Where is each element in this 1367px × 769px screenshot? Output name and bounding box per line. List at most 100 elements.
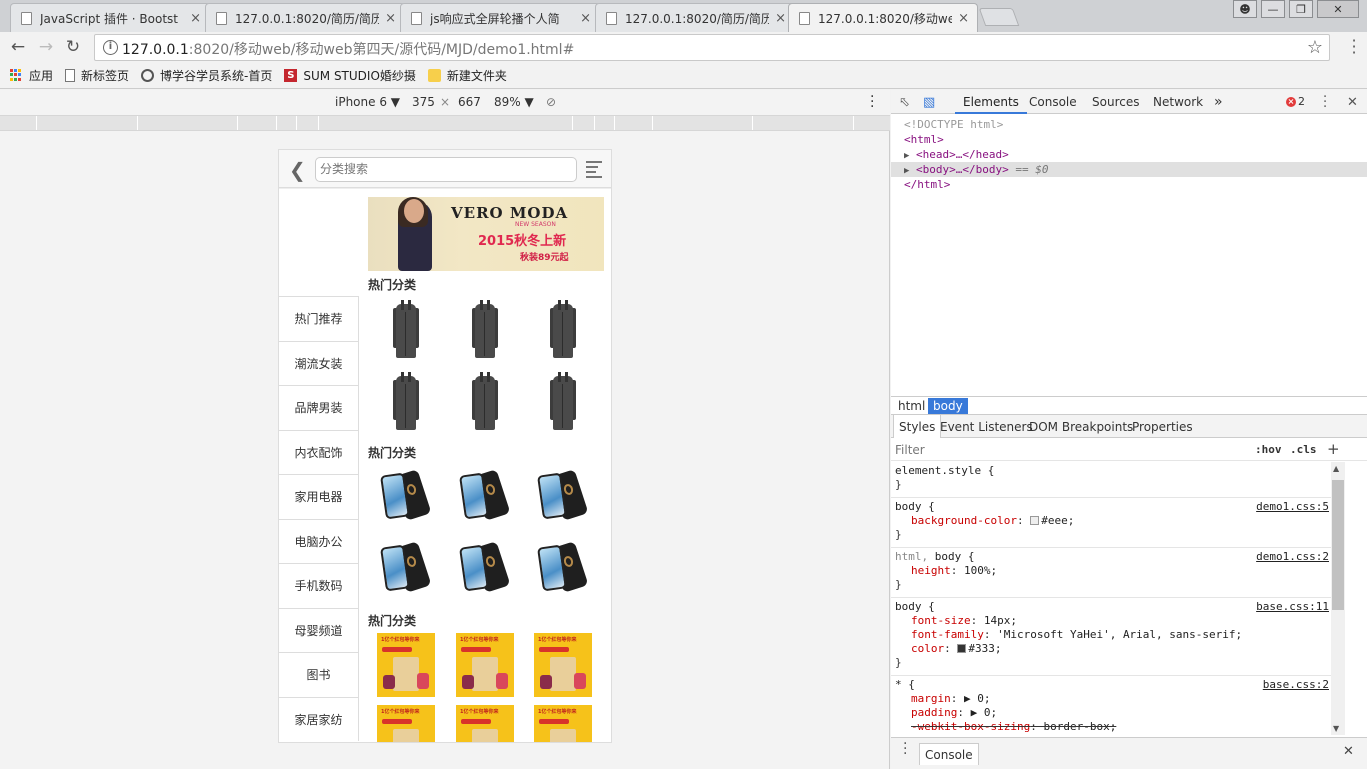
styles-scrollbar[interactable]: ▲ ▼	[1331, 462, 1345, 735]
rule-source-link[interactable]: base.css:2	[1263, 678, 1329, 691]
tab-sources[interactable]: Sources	[1092, 90, 1139, 114]
category-item[interactable]: 家居家纺	[279, 696, 359, 741]
category-search-input[interactable]: 分类搜索	[315, 157, 577, 182]
expand-triangle-icon[interactable]: ▶	[904, 151, 909, 161]
drawer-console-tab[interactable]: Console	[919, 743, 979, 765]
address-bar[interactable]: i 127.0.0.1:8020/移动web/移动web第四天/源代码/MJD/…	[94, 34, 1330, 61]
url-text[interactable]: 127.0.0.1:8020/移动web/移动web第四天/源代码/MJD/de…	[122, 39, 574, 59]
category-item[interactable]: 母婴频道	[279, 607, 359, 652]
bookmark-new-tab[interactable]: 新标签页	[65, 67, 129, 84]
product-item[interactable]: 1亿个红包等你来	[376, 705, 436, 742]
product-item[interactable]: 1亿个红包等你来	[455, 705, 515, 742]
rule-selector[interactable]: body {	[895, 500, 935, 513]
product-item[interactable]	[533, 465, 593, 529]
minimize-icon[interactable]: —	[1261, 0, 1285, 18]
color-swatch[interactable]	[1030, 516, 1040, 525]
product-item[interactable]	[455, 297, 515, 361]
close-icon[interactable]: ×	[385, 11, 396, 26]
new-tab-button[interactable]	[978, 8, 1020, 26]
product-item[interactable]	[533, 537, 593, 601]
drawer-menu-icon[interactable]: · · ·	[903, 737, 907, 761]
browser-tab[interactable]: 127.0.0.1:8020/简历/简历 ×	[205, 3, 405, 32]
product-item[interactable]	[376, 369, 436, 433]
product-item[interactable]	[376, 465, 436, 529]
product-item[interactable]	[455, 537, 515, 601]
bookmark-folder[interactable]: 新建文件夹	[427, 67, 507, 84]
list-menu-icon[interactable]	[586, 161, 602, 181]
device-menu-icon[interactable]: · · ·	[870, 90, 874, 114]
css-declaration-overridden[interactable]: -webkit-box-sizing: border-box;	[911, 720, 1116, 733]
tab-event-listeners[interactable]: Event Listeners	[935, 415, 1038, 438]
category-item[interactable]: 手机数码	[279, 563, 359, 608]
device-height-input[interactable]: 667	[458, 95, 481, 109]
new-rule-icon[interactable]: +	[1327, 440, 1340, 458]
dom-node[interactable]: <html>	[891, 132, 1367, 147]
back-arrow-icon[interactable]: ←	[8, 37, 28, 57]
category-item[interactable]: 家用电器	[279, 474, 359, 519]
css-declaration[interactable]: padding: ▶ 0;	[911, 706, 997, 719]
product-item[interactable]	[455, 369, 515, 433]
browser-tab[interactable]: JavaScript 插件 · Bootst ×	[10, 3, 210, 32]
vero-moda-banner[interactable]: VERO MODA NEW SEASON 2015秋冬上新 秋装89元起	[368, 197, 604, 271]
zoom-select[interactable]: 89% ▼	[494, 95, 534, 109]
product-item[interactable]	[376, 537, 436, 601]
tab-console[interactable]: Console	[1029, 90, 1077, 114]
product-item[interactable]	[455, 465, 515, 529]
dom-node[interactable]: </html>	[891, 177, 1367, 192]
product-item[interactable]	[533, 297, 593, 361]
scroll-down-icon[interactable]: ▼	[1333, 724, 1339, 733]
dom-node[interactable]: ▶ <head>…</head>	[891, 147, 1367, 162]
bookmark-boxuegu[interactable]: 博学谷学员系统-首页	[141, 67, 272, 84]
close-icon[interactable]: ×	[775, 11, 786, 26]
close-icon[interactable]: ×	[190, 11, 201, 26]
media-query-ruler[interactable]	[0, 115, 890, 131]
product-item[interactable]	[533, 369, 593, 433]
user-icon[interactable]: ☻	[1233, 0, 1257, 18]
color-swatch[interactable]	[957, 644, 967, 653]
hov-toggle[interactable]: :hov	[1255, 443, 1282, 456]
cls-toggle[interactable]: .cls	[1290, 443, 1317, 456]
devtools-close-icon[interactable]: ✕	[1347, 95, 1358, 110]
device-select[interactable]: iPhone 6 ▼	[335, 95, 400, 109]
product-item[interactable]: 1亿个红包等你来	[533, 633, 593, 697]
rule-selector[interactable]: html, body {	[895, 550, 975, 563]
tab-dom-breakpoints[interactable]: DOM Breakpoints	[1024, 415, 1138, 438]
dom-node[interactable]: <!DOCTYPE html>	[891, 117, 1367, 132]
breadcrumb-item[interactable]: html	[893, 398, 930, 414]
css-declaration[interactable]: font-size: 14px;	[911, 614, 1017, 627]
rule-selector[interactable]: element.style {	[895, 464, 994, 477]
expand-triangle-icon[interactable]: ▶	[904, 166, 909, 176]
rotate-icon[interactable]: ⊘	[546, 95, 556, 109]
bookmark-apps[interactable]: 应用	[10, 67, 53, 84]
reload-icon[interactable]: ↻	[63, 37, 83, 57]
css-declaration[interactable]: margin: ▶ 0;	[911, 692, 991, 705]
chrome-menu-icon[interactable]: · · ·	[1347, 33, 1361, 61]
category-item[interactable]: 潮流女装	[279, 340, 359, 385]
css-declaration[interactable]: background-color: #eee;	[911, 514, 1074, 527]
inspect-icon[interactable]: ⬁	[899, 95, 910, 110]
css-declaration[interactable]: height: 100%;	[911, 564, 997, 577]
dom-node-selected[interactable]: ▶ <body>…</body> == $0	[891, 162, 1367, 177]
product-item[interactable]	[376, 297, 436, 361]
device-width-input[interactable]: 375	[412, 95, 435, 109]
browser-tab[interactable]: 127.0.0.1:8020/简历/简历 ×	[595, 3, 795, 32]
rule-source-link[interactable]: demo1.css:5	[1256, 500, 1329, 513]
maximize-icon[interactable]: ❐	[1289, 0, 1313, 18]
more-tabs-icon[interactable]: »	[1214, 90, 1223, 114]
breadcrumb-item-active[interactable]: body	[928, 398, 968, 414]
css-declaration[interactable]: font-family: 'Microsoft YaHei', Arial, s…	[911, 628, 1242, 641]
category-item[interactable]: 电脑办公	[279, 518, 359, 563]
product-item[interactable]: 1亿个红包等你来	[533, 705, 593, 742]
browser-tab[interactable]: js响应式全屏轮播个人简 ×	[400, 3, 600, 32]
category-item[interactable]: 图书	[279, 652, 359, 697]
tab-elements[interactable]: Elements	[955, 90, 1027, 114]
category-item[interactable]: 热门推荐	[279, 296, 359, 341]
device-toggle-icon[interactable]: ▧	[923, 95, 935, 110]
tab-network[interactable]: Network	[1153, 90, 1203, 114]
scroll-thumb[interactable]	[1332, 480, 1344, 610]
rule-source-link[interactable]: base.css:11	[1256, 600, 1329, 613]
close-icon[interactable]: ×	[958, 11, 969, 26]
rule-selector[interactable]: body {	[895, 600, 935, 613]
css-declaration[interactable]: color: #333;	[911, 642, 1002, 655]
category-item[interactable]: 品牌男装	[279, 385, 359, 430]
